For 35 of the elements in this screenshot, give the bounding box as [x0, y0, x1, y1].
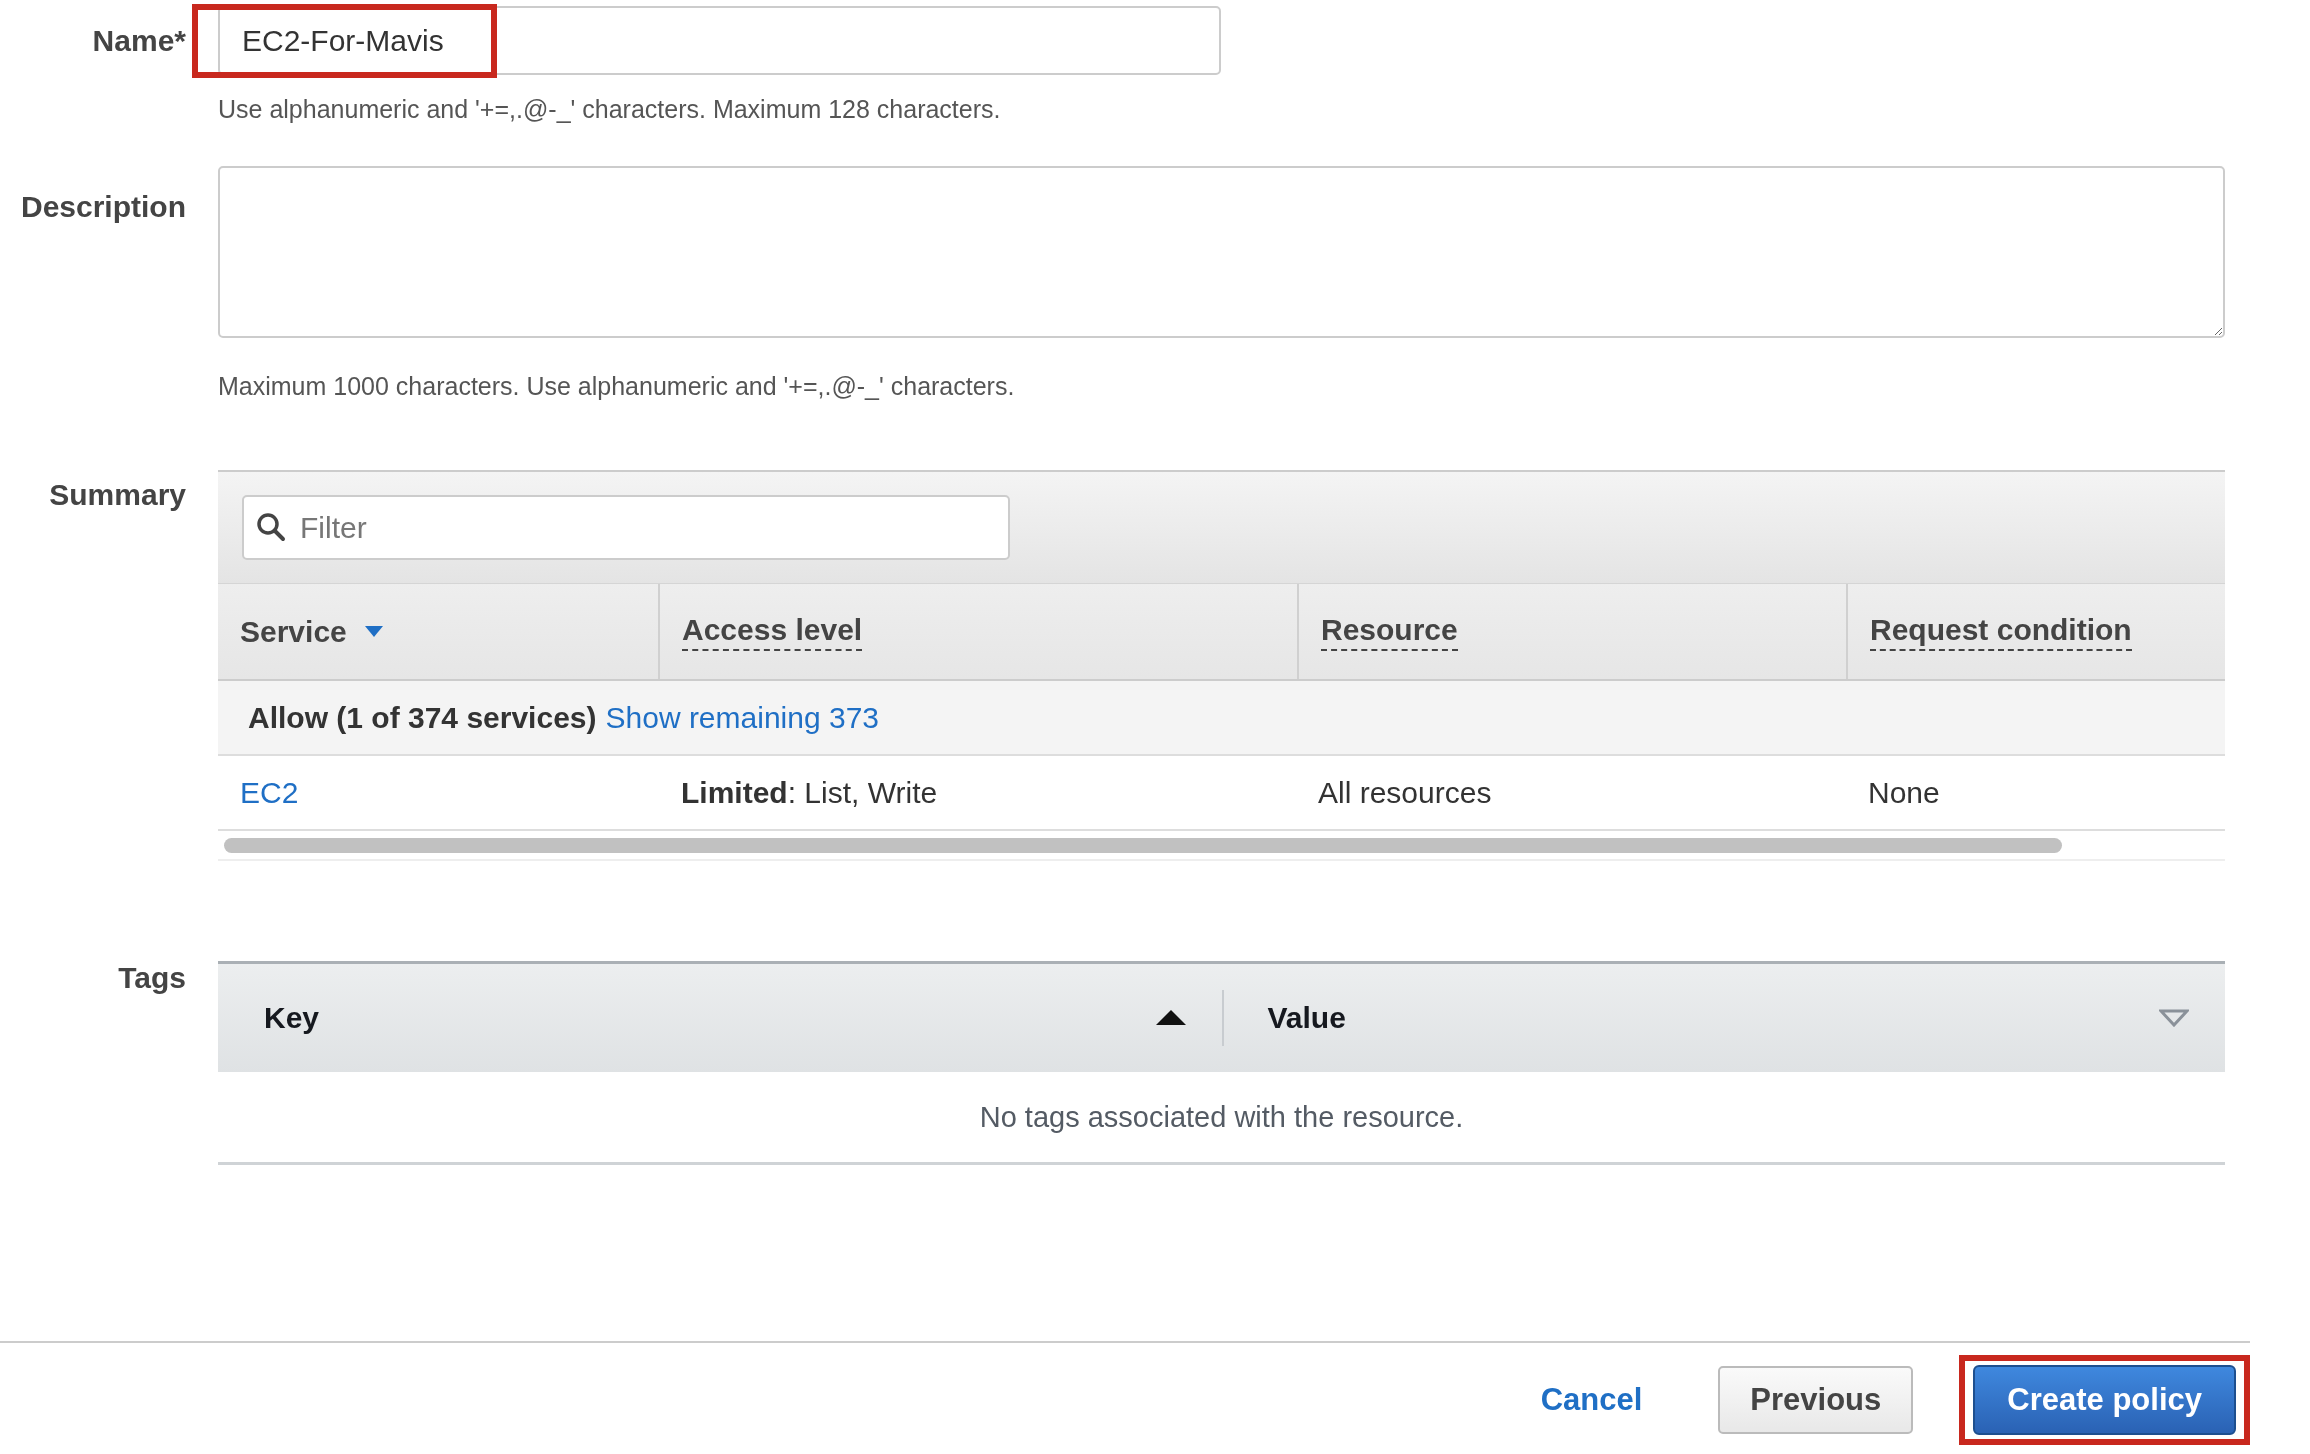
name-hint: Use alphanumeric and '+=,.@-_' characters. Maximum 128 characters. [218, 95, 1002, 124]
sort-down-icon[interactable] [2159, 1009, 2189, 1027]
summary-label: Summary [49, 478, 186, 513]
create-policy-button[interactable]: Create policy [1973, 1364, 2236, 1435]
column-title: Request condition [1870, 612, 2132, 651]
sort-up-icon[interactable] [1155, 1010, 1186, 1026]
previous-button[interactable]: Previous [1718, 1365, 1914, 1434]
column-header[interactable]: Request condition [1846, 584, 2225, 679]
table-cell: Limited: List, Write [681, 775, 938, 809]
column-header[interactable]: Value [1221, 990, 2225, 1046]
service-link[interactable]: EC2 [240, 775, 299, 809]
column-header[interactable]: Access level [658, 584, 1297, 679]
description-hint: Maximum 1000 characters. Use alphanumeric and '+=,.@-_' characters. [218, 372, 1016, 401]
description-field[interactable] [218, 166, 2225, 338]
column-title: Access level [682, 612, 863, 651]
column-header[interactable]: Resource [1297, 584, 1846, 679]
column-title: Service [240, 614, 347, 649]
column-title: Key [264, 1001, 320, 1035]
show-remaining-link[interactable]: Show remaining 373 [605, 700, 879, 735]
description-label: Description [20, 190, 186, 225]
column-title: Resource [1321, 612, 1458, 651]
sort-down-icon[interactable] [364, 625, 383, 638]
name-label: Name* [92, 24, 186, 59]
column-title: Value [1267, 1001, 1346, 1035]
search-icon [256, 512, 286, 542]
filter-field[interactable]: Filter [242, 495, 1010, 560]
column-header[interactable]: Key [218, 964, 1222, 1072]
table-cell: None [1868, 775, 1940, 809]
name-input-field[interactable]: EC2-For-Mavis [218, 6, 1221, 75]
table-cell: All resources [1318, 775, 1492, 809]
column-header[interactable]: Service [218, 584, 658, 679]
tags-label: Tags [118, 961, 186, 996]
cancel-link[interactable]: Cancel [1520, 1381, 1663, 1418]
empty-message: No tags associated with the resource. [979, 1100, 1464, 1134]
group-title: Allow (1 of 374 services) [248, 700, 597, 735]
